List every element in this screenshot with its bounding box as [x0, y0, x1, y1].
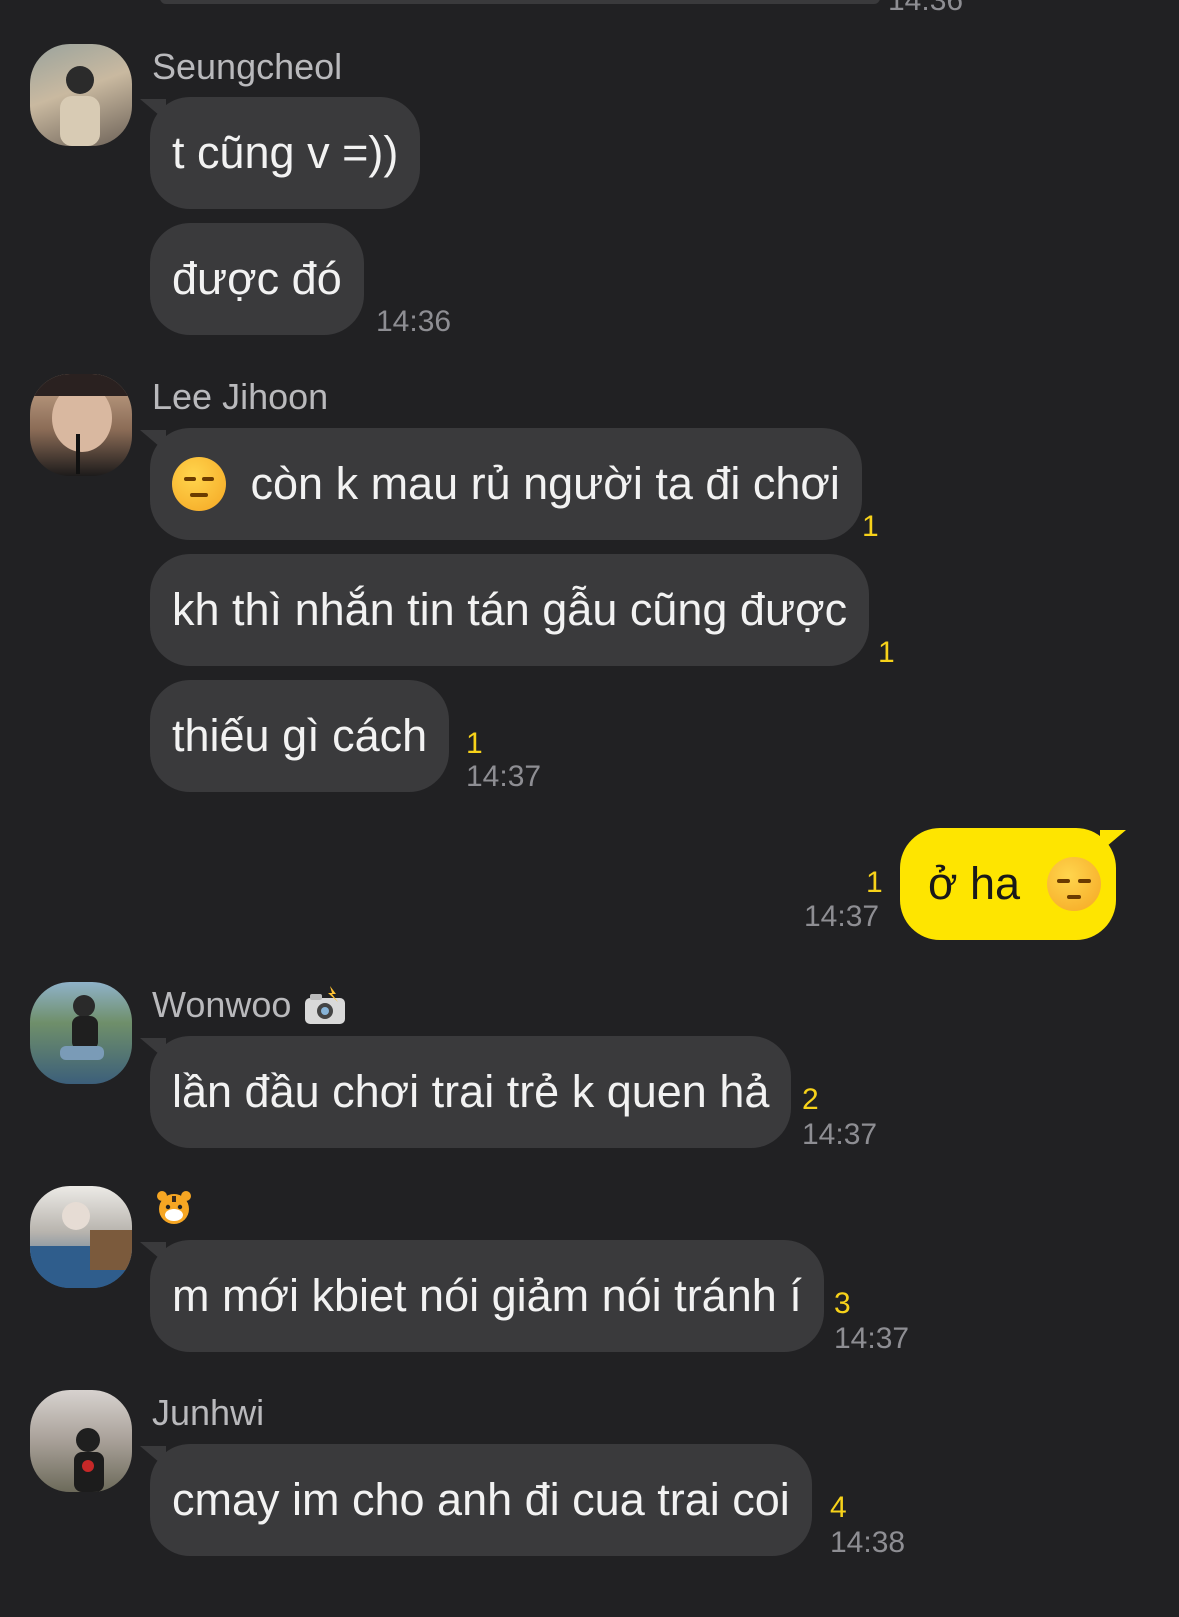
message-text: còn k mau rủ người ta đi chơi — [250, 458, 840, 509]
avatar-seungcheol[interactable] — [30, 44, 132, 146]
message-bubble[interactable]: còn k mau rủ người ta đi chơi — [140, 428, 862, 540]
message-time: 14:36 — [376, 305, 452, 338]
message-bubble[interactable]: m mới kbiet nói giảm nói tránh í — [140, 1240, 824, 1352]
person-photo-icon — [30, 1202, 132, 1288]
person-photo-icon — [60, 66, 100, 146]
camera-flash-icon — [305, 986, 345, 1024]
unread-count: 1 — [466, 727, 483, 760]
unread-count: 4 — [830, 1491, 847, 1524]
sender-name: Junhwi — [152, 1392, 265, 1433]
sender-name: Seungcheol — [152, 46, 343, 87]
message-bubble[interactable]: t cũng v =)) — [139, 97, 421, 209]
tiger-face-icon — [157, 1191, 191, 1224]
unread-count: 1 — [878, 636, 895, 669]
previous-message-bubble[interactable] — [160, 0, 880, 4]
message-bubble[interactable]: lần đầu chơi trai trẻ k quen hả — [139, 1036, 792, 1148]
message-time: 14:38 — [830, 1526, 906, 1559]
previous-time: 14:36 — [888, 0, 964, 17]
unread-count: 3 — [834, 1287, 851, 1320]
person-photo-icon — [60, 995, 104, 1060]
avatar-junhwi[interactable] — [30, 1390, 132, 1492]
message-bubble[interactable]: cmay im cho anh đi cua trai coi — [140, 1444, 812, 1556]
message-time: 14:37 — [802, 1118, 878, 1151]
unread-count: 2 — [802, 1083, 819, 1116]
message-bubble[interactable]: được đó — [150, 223, 364, 335]
message-time: 14:37 — [834, 1322, 910, 1355]
unread-count: 1 — [862, 510, 879, 543]
person-photo-icon — [74, 1428, 104, 1492]
message-bubble[interactable]: thiếu gì cách — [150, 680, 450, 792]
avatar-tiger[interactable] — [30, 1186, 132, 1288]
message-bubble[interactable]: kh thì nhắn tin tán gẫu cũng được — [150, 554, 870, 666]
person-photo-icon — [30, 374, 132, 474]
message-time: 14:37 — [804, 900, 880, 933]
avatar-wonwoo[interactable] — [30, 982, 132, 1084]
sender-name: Wonwoo — [152, 984, 292, 1025]
avatar-lee-jihoon[interactable] — [30, 374, 132, 476]
pensive-face-icon — [1046, 857, 1101, 911]
unread-count: 1 — [866, 866, 883, 899]
message-time: 14:37 — [466, 760, 542, 793]
message-text: ở ha — [928, 858, 1021, 909]
sender-name: Lee Jihoon — [152, 376, 329, 417]
unamused-face-icon — [172, 457, 226, 511]
my-message-bubble[interactable]: ở ha — [900, 828, 1126, 940]
